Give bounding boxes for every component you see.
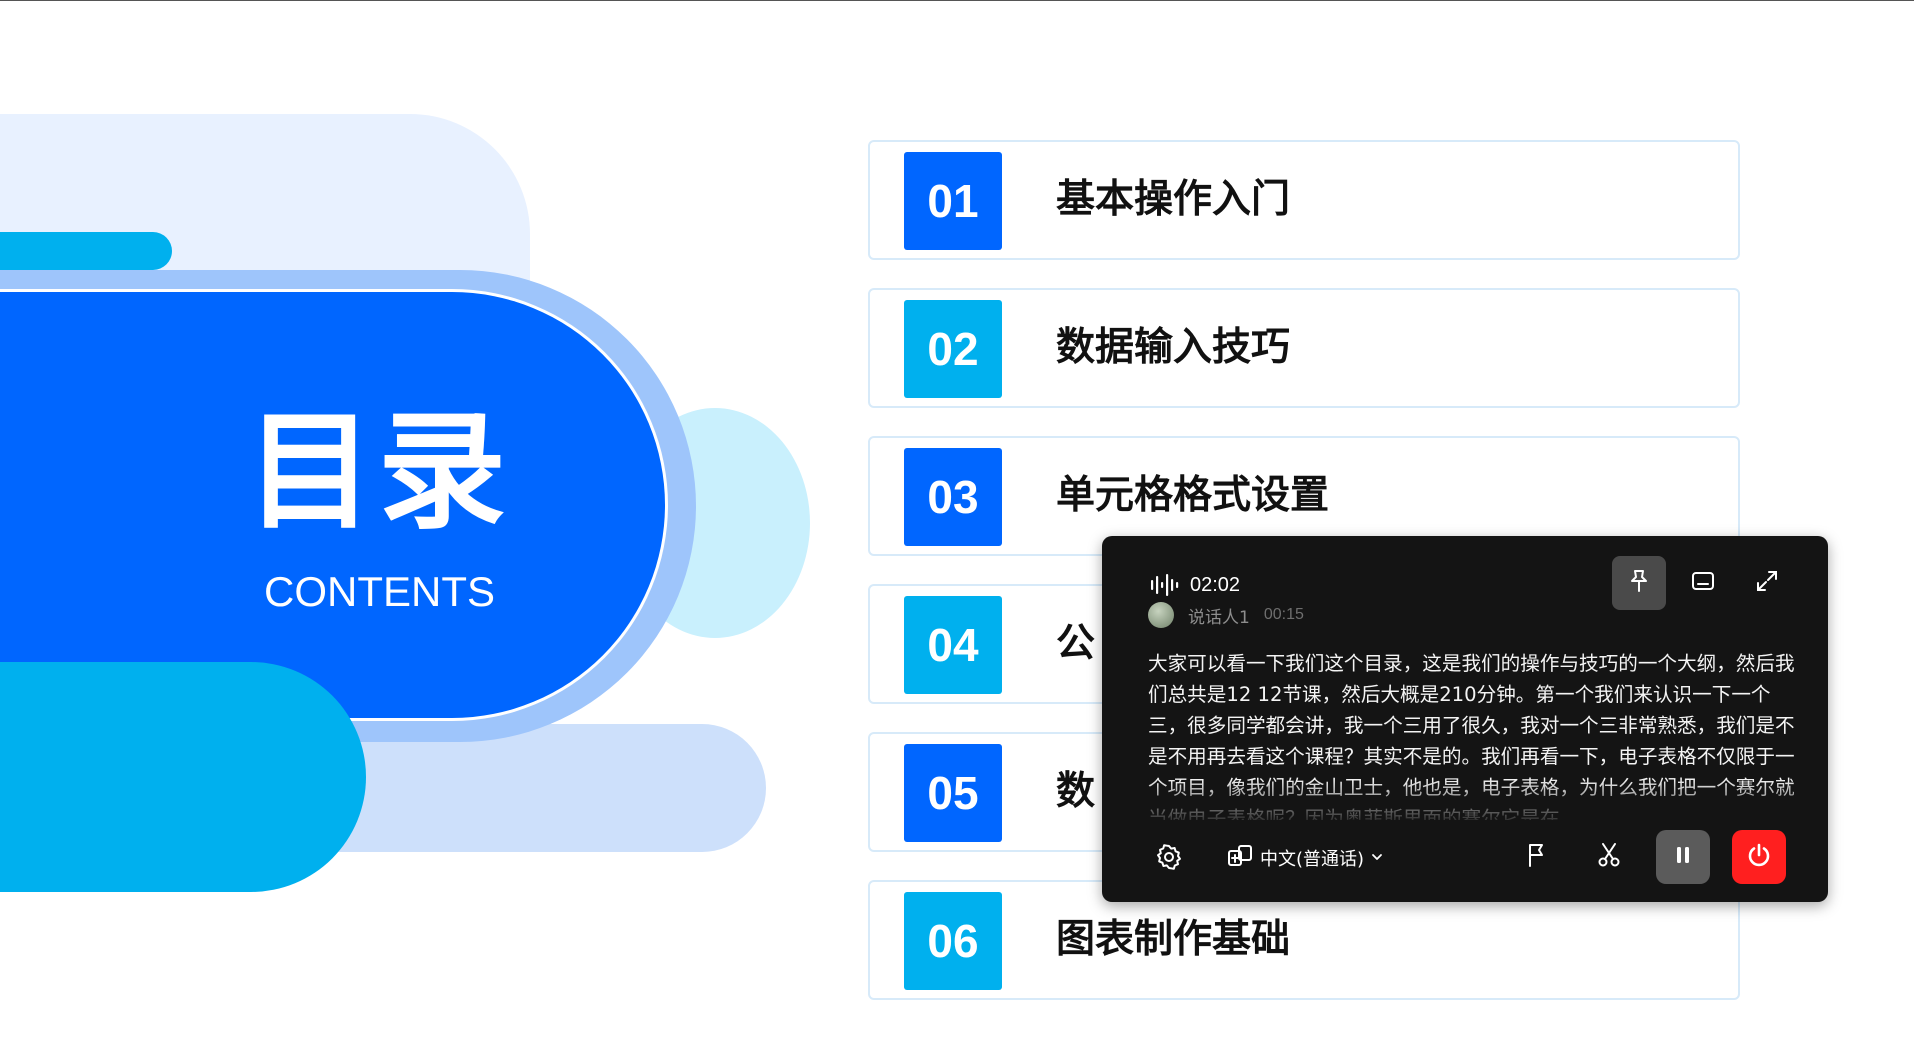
settings-button[interactable] — [1144, 834, 1194, 884]
avatar — [1148, 602, 1174, 628]
toc-label: 单元格格式设置 — [1056, 473, 1330, 518]
translate-icon — [1226, 842, 1254, 874]
decor-cyan-block — [0, 662, 366, 892]
toc-number: 01 — [904, 152, 1002, 250]
window-top-border — [0, 0, 1914, 1]
expand-button[interactable] — [1740, 556, 1794, 610]
expand-icon — [1754, 568, 1780, 598]
flag-icon — [1524, 841, 1550, 873]
recording-panel[interactable]: 02:02 说话人1 00:15 大家可以看一下我们这个目录，这是我们的操作与技… — [1102, 536, 1828, 902]
toc-number: 02 — [904, 300, 1002, 398]
stop-recording-button[interactable] — [1732, 830, 1786, 884]
toc-label: 图表制作基础 — [1056, 917, 1291, 962]
waveform-icon — [1150, 574, 1182, 600]
language-label: 中文(普通话) — [1260, 849, 1365, 870]
gear-icon — [1155, 843, 1183, 875]
scissors-icon — [1595, 841, 1623, 873]
toc-label: 公 — [1056, 621, 1096, 666]
panel-top-actions — [1612, 556, 1794, 610]
power-icon — [1745, 841, 1773, 873]
speaker-name: 说话人1 — [1188, 607, 1250, 628]
language-select[interactable]: 中文(普通话) — [1226, 842, 1384, 874]
speaker-row: 说话人1 00:15 — [1148, 601, 1304, 629]
toc-number: 06 — [904, 892, 1002, 990]
toc-label: 数 — [1056, 769, 1096, 814]
pin-icon — [1626, 568, 1652, 598]
panel-bottom-toolbar: 中文(普通话) — [1102, 826, 1828, 892]
decor-cyan-bar — [0, 232, 172, 270]
clip-button[interactable] — [1584, 830, 1634, 884]
toc-item-01: 01 基本操作入门 — [868, 140, 1740, 260]
recording-elapsed-time: 02:02 — [1190, 574, 1241, 596]
slide-title: 目录 — [246, 398, 511, 547]
subtitle-button[interactable] — [1676, 556, 1730, 610]
toc-label: 数据输入技巧 — [1056, 325, 1291, 370]
chevron-down-icon — [1370, 849, 1384, 868]
speaker-timestamp: 00:15 — [1263, 606, 1304, 623]
transcript-text[interactable]: 大家可以看一下我们这个目录，这是我们的操作与技巧的一个大纲，然后我们总共是12 … — [1148, 648, 1798, 820]
pause-icon — [1672, 844, 1694, 870]
subtitle-icon — [1690, 568, 1716, 598]
recording-controls — [1512, 830, 1786, 884]
pause-button[interactable] — [1656, 830, 1710, 884]
toc-item-02: 02 数据输入技巧 — [868, 288, 1740, 408]
toc-number: 05 — [904, 744, 1002, 842]
pin-button[interactable] — [1612, 556, 1666, 610]
toc-label: 基本操作入门 — [1056, 177, 1291, 222]
flag-button[interactable] — [1512, 830, 1562, 884]
slide-subtitle: CONTENTS — [264, 568, 495, 615]
toc-number: 04 — [904, 596, 1002, 694]
toc-number: 03 — [904, 448, 1002, 546]
